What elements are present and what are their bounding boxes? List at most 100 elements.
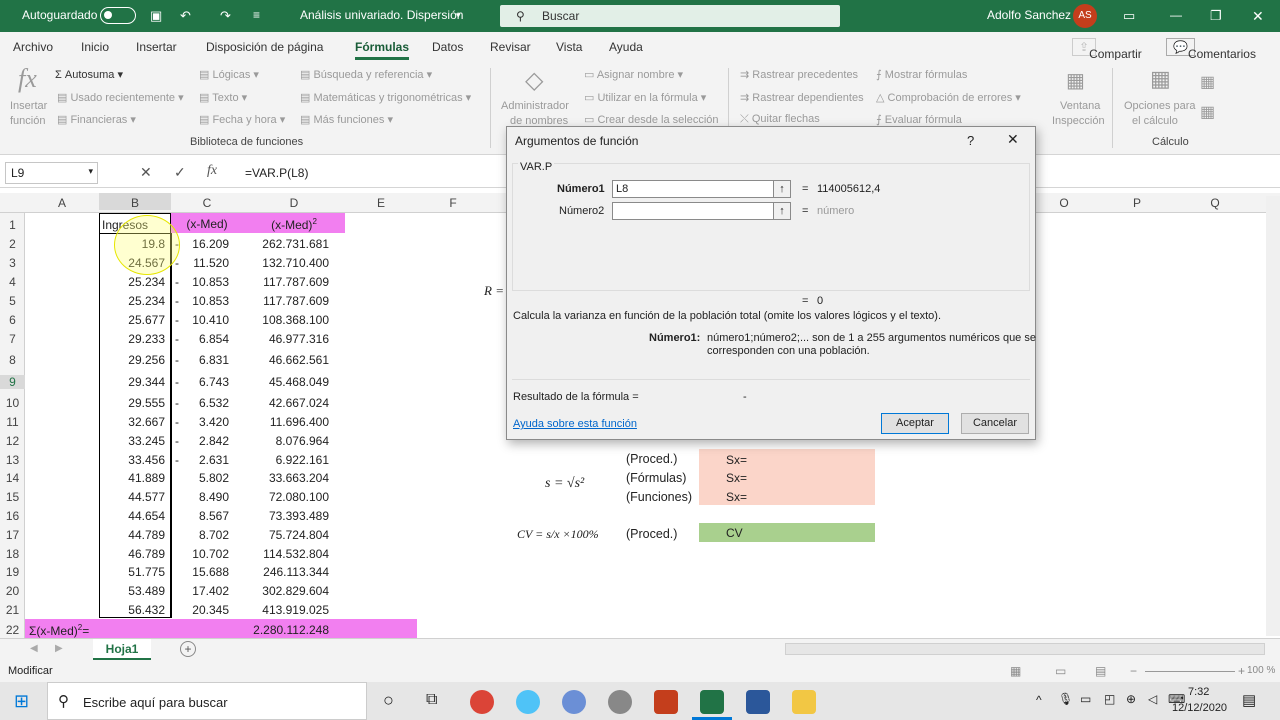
- prev-sheet-icon[interactable]: ◀: [30, 643, 38, 654]
- ingresos-cell[interactable]: 25.234: [99, 294, 165, 308]
- deviation-cell[interactable]: 6.831: [171, 353, 229, 367]
- logical-button[interactable]: ▤ Lógicas ▾: [199, 68, 259, 81]
- collapse-icon[interactable]: ↑: [773, 202, 791, 220]
- add-sheet-icon[interactable]: +: [180, 641, 196, 657]
- header-x-med[interactable]: (x-Med): [171, 217, 243, 231]
- windows-start-icon[interactable]: ⊞: [14, 691, 29, 712]
- r-icon[interactable]: [562, 690, 586, 714]
- zoom-level[interactable]: 100 %: [1247, 665, 1275, 676]
- search-box[interactable]: ⚲ Buscar: [500, 5, 840, 27]
- column-header[interactable]: F: [417, 196, 489, 210]
- horizontal-scrollbar[interactable]: [785, 643, 1265, 655]
- deviation-cell[interactable]: 8.702: [171, 528, 229, 542]
- ingresos-cell[interactable]: 33.456: [99, 453, 165, 467]
- deviation-cell[interactable]: 6.743: [171, 375, 229, 389]
- row-header[interactable]: 14: [0, 471, 25, 485]
- row-header[interactable]: 13: [0, 453, 25, 467]
- remove-arrows-button[interactable]: ⤬ Quitar flechas: [740, 113, 820, 126]
- financial-button[interactable]: ▤ Financieras ▾: [57, 113, 136, 126]
- task-view-icon[interactable]: ⧉: [426, 691, 437, 709]
- deviation-cell[interactable]: 10.853: [171, 275, 229, 289]
- show-formulas-button[interactable]: ⨍ Mostrar fórmulas: [876, 68, 967, 81]
- trace-precedents-button[interactable]: ⇉ Rastrear precedentes: [740, 68, 858, 81]
- globe-icon[interactable]: ⊕: [1126, 692, 1136, 706]
- row-header[interactable]: 17: [0, 528, 25, 542]
- sx-formulas[interactable]: Sx=: [726, 471, 747, 485]
- lookup-button[interactable]: ▤ Búsqueda y referencia ▾: [300, 68, 432, 81]
- zoom-out-icon[interactable]: −: [1130, 664, 1137, 678]
- text-button[interactable]: ▤ Texto ▾: [199, 91, 247, 104]
- cv-cell[interactable]: CV: [699, 523, 875, 542]
- row-header[interactable]: 22: [0, 623, 25, 637]
- calc-now-icon[interactable]: ▦: [1200, 72, 1215, 92]
- squared-deviation-cell[interactable]: 108.368.100: [243, 313, 329, 327]
- evaluate-formula-button[interactable]: ⨍ Evaluar fórmula: [876, 113, 962, 126]
- deviation-cell[interactable]: 17.402: [171, 584, 229, 598]
- formula-input[interactable]: =VAR.P(L8): [245, 166, 308, 180]
- watch-window-line1[interactable]: Ventana: [1060, 100, 1100, 112]
- row-header[interactable]: 11: [0, 415, 25, 429]
- clock-time[interactable]: 7:32: [1188, 686, 1209, 698]
- squared-deviation-cell[interactable]: 117.787.609: [243, 294, 329, 308]
- squared-deviation-cell[interactable]: 75.724.804: [243, 528, 329, 542]
- numero1-input[interactable]: L8: [612, 180, 774, 198]
- squared-deviation-cell[interactable]: 413.919.025: [243, 603, 329, 617]
- row-header[interactable]: 18: [0, 547, 25, 561]
- recent-button[interactable]: ▤ Usado recientemente ▾: [57, 91, 184, 104]
- next-sheet-icon[interactable]: ▶: [55, 643, 63, 654]
- name-box[interactable]: L9 ▾: [5, 162, 98, 184]
- tab-formulas[interactable]: Fórmulas: [355, 40, 410, 60]
- use-in-formula-button[interactable]: ▭ Utilizar en la fórmula ▾: [584, 91, 706, 104]
- ingresos-cell[interactable]: 44.789: [99, 528, 165, 542]
- tab-ayuda[interactable]: Ayuda: [609, 40, 643, 54]
- column-header[interactable]: O: [1030, 196, 1098, 210]
- insert-function-icon[interactable]: fx: [207, 163, 217, 179]
- numero2-input[interactable]: [612, 202, 774, 220]
- battery-icon[interactable]: ▭: [1080, 692, 1091, 706]
- autosum-button[interactable]: Σ Autosuma ▾: [55, 68, 123, 81]
- maximize-icon[interactable]: ❐: [1210, 8, 1222, 24]
- zoom-slider[interactable]: [1145, 671, 1235, 672]
- ingresos-cell[interactable]: 44.577: [99, 490, 165, 504]
- row-header[interactable]: 2: [0, 237, 25, 251]
- squared-deviation-cell[interactable]: 114.532.804: [243, 547, 329, 561]
- deviation-cell[interactable]: 10.853: [171, 294, 229, 308]
- row-header[interactable]: 10: [0, 396, 25, 410]
- word-icon[interactable]: [746, 690, 770, 714]
- deviation-cell[interactable]: 10.702: [171, 547, 229, 561]
- calc-sheet-icon[interactable]: ▦: [1200, 102, 1215, 122]
- deviation-cell[interactable]: 2.842: [171, 434, 229, 448]
- file-explorer-icon[interactable]: [792, 690, 816, 714]
- chrome-icon[interactable]: [470, 690, 494, 714]
- ingresos-cell[interactable]: 29.555: [99, 396, 165, 410]
- ingresos-cell[interactable]: 53.489: [99, 584, 165, 598]
- close-icon[interactable]: ✕: [1007, 131, 1019, 148]
- create-from-selection-button[interactable]: ▭ Crear desde la selección: [584, 113, 719, 126]
- user-name[interactable]: Adolfo Sanchez: [987, 8, 1071, 22]
- ingresos-cell[interactable]: 29.344: [99, 375, 165, 389]
- deviation-cell[interactable]: 11.520: [171, 256, 229, 270]
- normal-view-icon[interactable]: ▦: [1010, 664, 1021, 678]
- error-check-button[interactable]: △ Comprobación de errores ▾: [876, 91, 1021, 104]
- more-functions-button[interactable]: ▤ Más funciones ▾: [300, 113, 393, 126]
- deviation-cell[interactable]: 2.631: [171, 453, 229, 467]
- sx-proced[interactable]: Sx=: [726, 453, 747, 467]
- minimize-icon[interactable]: —: [1170, 8, 1182, 22]
- row-header[interactable]: 20: [0, 584, 25, 598]
- help-link[interactable]: Ayuda sobre esta función: [513, 418, 637, 430]
- ingresos-cell[interactable]: 41.889: [99, 471, 165, 485]
- deviation-cell[interactable]: 5.802: [171, 471, 229, 485]
- column-header[interactable]: A: [25, 196, 99, 210]
- comments-button[interactable]: 💬 Comentarios: [1166, 38, 1256, 61]
- clock-date[interactable]: 12/12/2020: [1172, 702, 1227, 714]
- save-icon[interactable]: ▣: [150, 8, 162, 24]
- taskbar-search[interactable]: ⚲ Escribe aquí para buscar: [47, 682, 367, 720]
- sx-funciones[interactable]: Sx=: [726, 490, 747, 504]
- row-header[interactable]: 6: [0, 313, 25, 327]
- column-header[interactable]: C: [171, 196, 243, 210]
- row-header[interactable]: 4: [0, 275, 25, 289]
- confirm-icon[interactable]: ✓: [174, 164, 186, 181]
- squared-deviation-cell[interactable]: 46.662.561: [243, 353, 329, 367]
- ingresos-cell[interactable]: 46.789: [99, 547, 165, 561]
- watch-window-line2[interactable]: Inspección: [1052, 115, 1105, 127]
